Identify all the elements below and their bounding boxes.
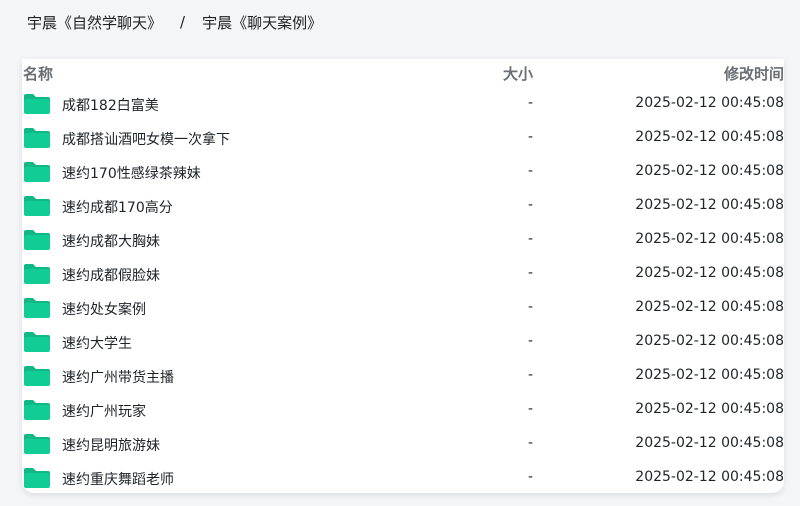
- folder-icon: [23, 433, 51, 455]
- file-name[interactable]: 成都182白富美: [62, 95, 159, 115]
- folder-icon: [23, 467, 51, 489]
- file-modified-time: 2025-02-12 00:45:08: [635, 231, 784, 247]
- table-row[interactable]: 速约重庆舞蹈老师 - 2025-02-12 00:45:08: [22, 461, 784, 495]
- column-header-size[interactable]: 大小: [503, 63, 533, 84]
- file-modified-time: 2025-02-12 00:45:08: [635, 163, 784, 179]
- file-name[interactable]: 速约重庆舞蹈老师: [62, 469, 174, 489]
- file-modified-time: 2025-02-12 00:45:08: [635, 129, 784, 145]
- file-name[interactable]: 速约处女案例: [62, 299, 146, 319]
- file-size: -: [527, 265, 533, 281]
- file-size: -: [527, 469, 533, 485]
- file-modified-time: 2025-02-12 00:45:08: [635, 265, 784, 281]
- file-size: -: [527, 435, 533, 451]
- column-header-modified[interactable]: 修改时间: [724, 63, 784, 84]
- file-name[interactable]: 速约昆明旅游妹: [62, 435, 160, 455]
- file-size: -: [527, 95, 533, 111]
- file-size: -: [527, 231, 533, 247]
- table-row[interactable]: 速约成都大胸妹 - 2025-02-12 00:45:08: [22, 223, 784, 257]
- file-name[interactable]: 速约170性感绿茶辣妹: [62, 163, 201, 183]
- breadcrumb-item-parent[interactable]: 宇晨《自然学聊天》: [27, 12, 162, 33]
- file-name[interactable]: 速约广州带货主播: [62, 367, 174, 387]
- file-name[interactable]: 速约成都大胸妹: [62, 231, 160, 251]
- table-row[interactable]: 成都182白富美 - 2025-02-12 00:45:08: [22, 87, 784, 121]
- breadcrumb: 宇晨《自然学聊天》 / 宇晨《聊天案例》: [27, 11, 322, 33]
- file-size: -: [527, 129, 533, 145]
- file-size: -: [527, 333, 533, 349]
- file-modified-time: 2025-02-12 00:45:08: [635, 299, 784, 315]
- file-modified-time: 2025-02-12 00:45:08: [635, 95, 784, 111]
- file-size: -: [527, 401, 533, 417]
- file-modified-time: 2025-02-12 00:45:08: [635, 435, 784, 451]
- folder-icon: [23, 399, 51, 421]
- file-name[interactable]: 速约大学生: [62, 333, 132, 353]
- file-list-panel: 名称 大小 修改时间 成都182白富美 - 2025-02-12 00:45:0…: [22, 59, 784, 493]
- folder-icon: [23, 161, 51, 183]
- file-modified-time: 2025-02-12 00:45:08: [635, 197, 784, 213]
- folder-icon: [23, 331, 51, 353]
- table-row[interactable]: 成都搭讪酒吧女模一次拿下 - 2025-02-12 00:45:08: [22, 121, 784, 155]
- file-size: -: [527, 299, 533, 315]
- table-row[interactable]: 速约昆明旅游妹 - 2025-02-12 00:45:08: [22, 427, 784, 461]
- folder-icon: [23, 365, 51, 387]
- file-modified-time: 2025-02-12 00:45:08: [635, 401, 784, 417]
- table-row[interactable]: 速约广州玩家 - 2025-02-12 00:45:08: [22, 393, 784, 427]
- table-row[interactable]: 速约处女案例 - 2025-02-12 00:45:08: [22, 291, 784, 325]
- folder-icon: [23, 297, 51, 319]
- file-modified-time: 2025-02-12 00:45:08: [635, 333, 784, 349]
- table-row[interactable]: 速约成都170高分 - 2025-02-12 00:45:08: [22, 189, 784, 223]
- column-header-name[interactable]: 名称: [23, 63, 53, 84]
- file-name[interactable]: 成都搭讪酒吧女模一次拿下: [62, 129, 230, 149]
- table-row[interactable]: 速约大学生 - 2025-02-12 00:45:08: [22, 325, 784, 359]
- file-modified-time: 2025-02-12 00:45:08: [635, 367, 784, 383]
- folder-icon: [23, 93, 51, 115]
- file-size: -: [527, 197, 533, 213]
- file-size: -: [527, 163, 533, 179]
- file-size: -: [527, 367, 533, 383]
- breadcrumb-item-current: 宇晨《聊天案例》: [202, 13, 323, 32]
- file-name[interactable]: 速约成都假脸妹: [62, 265, 160, 285]
- file-name[interactable]: 速约广州玩家: [62, 401, 146, 421]
- folder-icon: [23, 263, 51, 285]
- folder-icon: [23, 195, 51, 217]
- file-list-header: 名称 大小 修改时间: [22, 59, 784, 87]
- file-name[interactable]: 速约成都170高分: [62, 197, 173, 217]
- breadcrumb-separator: /: [180, 13, 186, 31]
- table-row[interactable]: 速约成都假脸妹 - 2025-02-12 00:45:08: [22, 257, 784, 291]
- table-row[interactable]: 速约广州带货主播 - 2025-02-12 00:45:08: [22, 359, 784, 393]
- folder-icon: [23, 127, 51, 149]
- file-list-rows: 成都182白富美 - 2025-02-12 00:45:08 成都搭讪酒吧女模一…: [22, 87, 784, 495]
- table-row[interactable]: 速约170性感绿茶辣妹 - 2025-02-12 00:45:08: [22, 155, 784, 189]
- file-modified-time: 2025-02-12 00:45:08: [635, 469, 784, 485]
- folder-icon: [23, 229, 51, 251]
